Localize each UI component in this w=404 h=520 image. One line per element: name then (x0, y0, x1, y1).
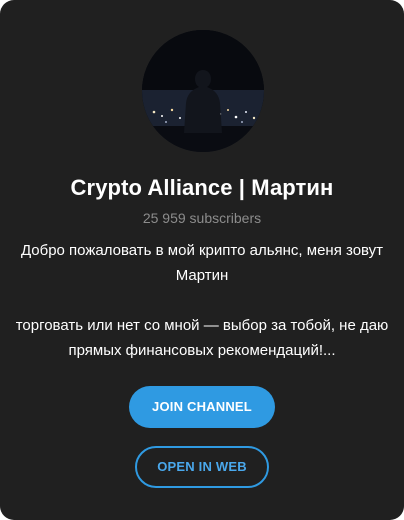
join-channel-button[interactable]: JOIN CHANNEL (129, 386, 275, 428)
channel-title: Crypto Alliance | Мартин (70, 175, 334, 200)
avatar-photo-icon (142, 30, 264, 152)
channel-avatar (142, 30, 264, 152)
open-in-web-button[interactable]: OPEN IN WEB (135, 446, 269, 488)
subscriber-count: 25 959 subscribers (142, 210, 262, 226)
channel-preview-card: Crypto Alliance | Мартин 25 959 subscrib… (0, 0, 404, 520)
channel-description: Добро пожаловать в мой крипто альянс, ме… (14, 238, 390, 363)
description-line: торговать или нет со мной — выбор за тоб… (15, 317, 389, 359)
description-line: Добро пожаловать в мой крипто альянс, ме… (20, 242, 384, 284)
